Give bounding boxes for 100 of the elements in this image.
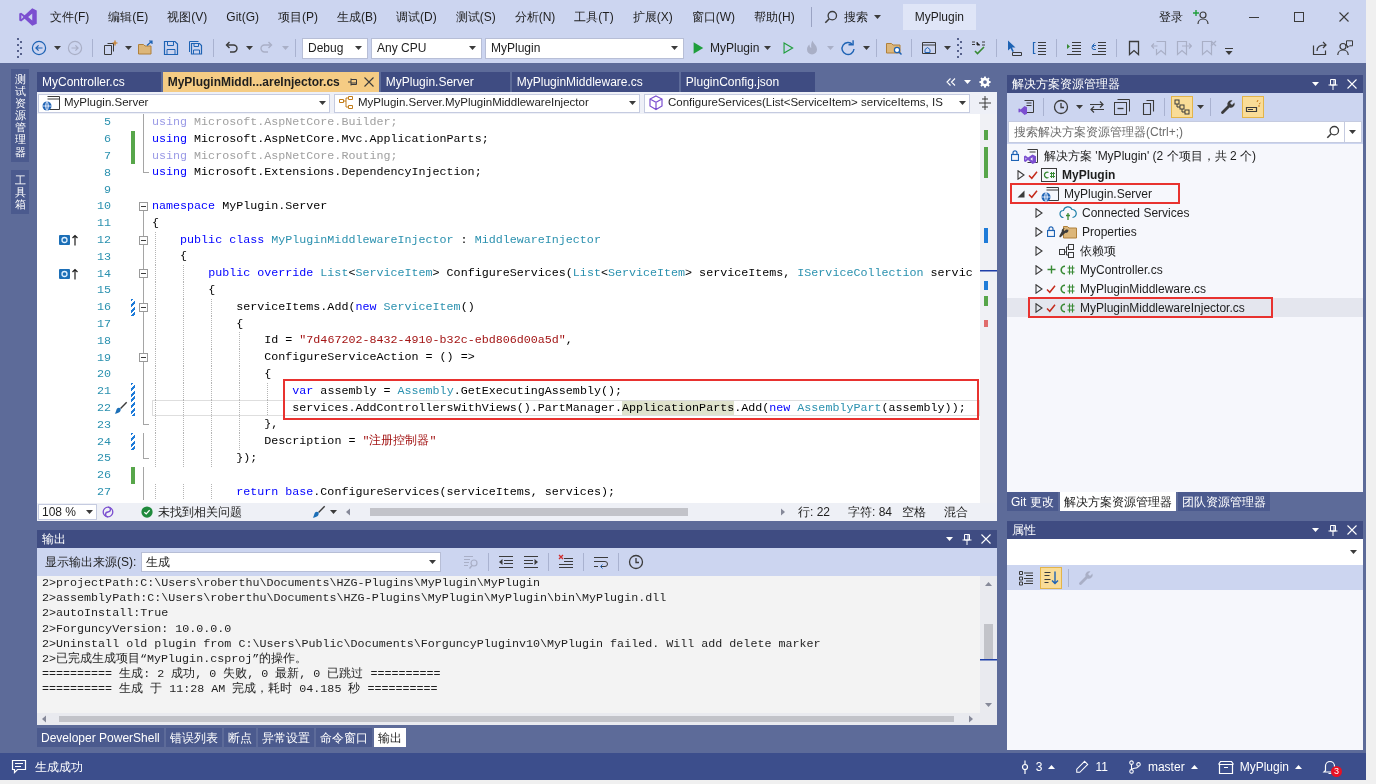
tree-row[interactable]: MyPluginMiddlewareInjector.cs (1007, 298, 1363, 317)
caret-icon[interactable] (125, 46, 132, 50)
pin-icon[interactable] (347, 77, 358, 87)
menu-item[interactable]: 分析(N) (506, 4, 564, 29)
navigation-dropdown[interactable]: MyPlugin.Server (38, 93, 330, 113)
panel-tab[interactable]: 断点 (223, 728, 256, 747)
caret-right-icon[interactable] (1035, 207, 1043, 218)
preview-icon[interactable] (1242, 95, 1264, 118)
tree-row[interactable]: Connected Services (1007, 203, 1363, 222)
menu-item[interactable]: 编辑(E) (100, 4, 157, 29)
gear-icon[interactable] (979, 76, 991, 88)
repository-button[interactable]: MyPlugin (1217, 757, 1302, 776)
add-user-icon[interactable] (1193, 8, 1209, 25)
document-tab[interactable]: MyController.cs (37, 72, 161, 92)
brush-icon[interactable] (312, 505, 326, 519)
caret-right-icon[interactable] (1017, 169, 1025, 180)
dropdown[interactable]: Debug (302, 37, 368, 59)
caret-icon[interactable] (944, 46, 952, 50)
tree-row[interactable]: Properties (1007, 222, 1363, 241)
panel-tab[interactable]: 输出 (373, 728, 406, 747)
menu-item[interactable]: 测试(S) (447, 4, 504, 29)
document-tab[interactable]: PluginConfig.json (680, 72, 816, 92)
menu-item[interactable]: 调试(D) (388, 4, 445, 29)
tree-icon[interactable] (1171, 95, 1193, 118)
panel-tab[interactable]: 异常设置 (257, 728, 314, 747)
panel-tab[interactable]: Developer PowerShell (37, 728, 164, 747)
commits-button[interactable]: 3 (1019, 757, 1056, 776)
horizontal-scrollbar[interactable] (37, 713, 997, 725)
caret-right-icon[interactable] (1035, 302, 1043, 313)
branch-button[interactable]: master (1127, 757, 1198, 776)
close-icon[interactable] (363, 77, 374, 87)
circle-up-arrow-icon[interactable] (59, 233, 79, 246)
panel-tab[interactable]: 团队资源管理器 (1177, 492, 1270, 511)
split-view-icon[interactable] (979, 96, 991, 110)
menu-item[interactable]: 项目(P) (270, 4, 326, 29)
overflow-icon[interactable] (1225, 48, 1234, 56)
source-dropdown[interactable]: 生成 (141, 552, 442, 572)
caret-icon[interactable] (1312, 528, 1319, 532)
caret-down-icon[interactable] (1017, 189, 1025, 198)
collapse-icon[interactable] (138, 202, 148, 211)
caret-icon[interactable] (964, 80, 971, 84)
panel-tab[interactable]: 错误列表 (165, 728, 222, 747)
zoom-dropdown[interactable]: 108 % (38, 504, 97, 520)
caret-icon[interactable] (1076, 104, 1083, 109)
document-tab[interactable]: MyPluginMiddleware.cs (511, 72, 679, 92)
tree-row[interactable]: MyPluginMiddleware.cs (1007, 279, 1363, 298)
caret-icon[interactable] (246, 46, 253, 50)
panel-tab[interactable]: 解决方案资源管理器 (1059, 492, 1176, 511)
collapse-icon[interactable] (138, 235, 148, 245)
caret-right-icon[interactable] (1035, 264, 1043, 275)
caret-icon[interactable] (1349, 130, 1356, 134)
document-tab[interactable]: MyPlugin.Server (380, 72, 510, 92)
caret-right-icon[interactable] (1035, 283, 1043, 294)
caret-icon[interactable] (1197, 104, 1204, 109)
collapse-icon[interactable] (138, 353, 148, 363)
tree-row[interactable]: MyPlugin.Server (1007, 184, 1363, 203)
caret-icon[interactable] (330, 510, 337, 514)
dropdown[interactable]: Any CPU (371, 37, 482, 59)
caret-right-icon[interactable] (1035, 245, 1043, 256)
caret-icon[interactable] (946, 537, 953, 541)
document-tab[interactable]: MyPluginMiddl...areInjector.cs (162, 72, 379, 92)
double-chevron-left-icon[interactable] (946, 78, 956, 86)
navigation-dropdown[interactable]: ConfigureServices(List<ServiceItem> serviceItems, IS (644, 93, 970, 113)
circle-up-arrow-icon[interactable] (59, 267, 79, 280)
tree-row[interactable]: MyPlugin (1007, 165, 1363, 184)
swirl-icon[interactable] (101, 505, 115, 519)
tree-row[interactable]: MyController.cs (1007, 260, 1363, 279)
menu-item[interactable]: 扩展(X) (624, 4, 681, 29)
code-line: { (152, 215, 159, 230)
sort-icon[interactable] (1040, 566, 1062, 589)
navigation-dropdown[interactable]: MyPlugin.Server.MyPluginMiddlewareInjector (334, 93, 640, 113)
side-tab[interactable]: 测试资源管理器 (11, 69, 29, 162)
caret-icon[interactable] (863, 46, 871, 50)
search-button[interactable]: 搜索 (815, 4, 889, 29)
menu-item[interactable]: 视图(V) (159, 4, 216, 29)
menu-item[interactable]: 文件(F) (42, 4, 98, 29)
panel-tab[interactable]: Git 更改 (1007, 492, 1058, 511)
issues-button[interactable]: 未找到相关问题 (141, 503, 242, 521)
collapse-icon[interactable] (138, 269, 148, 279)
menu-item[interactable]: 工具(T) (566, 4, 622, 29)
run-button[interactable]: MyPlugin (687, 37, 776, 59)
menu-item[interactable]: 帮助(H) (746, 4, 803, 29)
dropdown[interactable]: MyPlugin (485, 37, 684, 59)
caret-icon[interactable] (1312, 82, 1319, 86)
caret-right-icon[interactable] (1035, 226, 1043, 237)
brush-icon[interactable] (114, 400, 128, 415)
tree-row[interactable]: 依赖项 (1007, 241, 1363, 260)
menu-item[interactable]: Git(G) (218, 4, 267, 29)
caret-icon[interactable] (54, 46, 61, 50)
collapse-icon[interactable] (138, 302, 148, 312)
tree-row[interactable]: 解决方案 'MyPlugin' (2 个项目，共 2 个) (1007, 146, 1363, 165)
notifications-button[interactable]: 3 (1322, 758, 1338, 775)
menu-item[interactable]: 窗口(W) (683, 4, 743, 29)
panel-tab[interactable]: 命令窗口 (315, 728, 372, 747)
search-field[interactable]: 搜索解决方案资源管理器(Ctrl+;) (1008, 121, 1362, 143)
menu-item[interactable]: 生成(B) (329, 4, 385, 29)
changes-button[interactable]: 11 (1075, 757, 1108, 776)
vertical-scrollbar[interactable] (980, 576, 997, 713)
side-tab[interactable]: 工具箱 (11, 169, 29, 214)
sign-in-link[interactable]: 登录 (1159, 7, 1183, 26)
